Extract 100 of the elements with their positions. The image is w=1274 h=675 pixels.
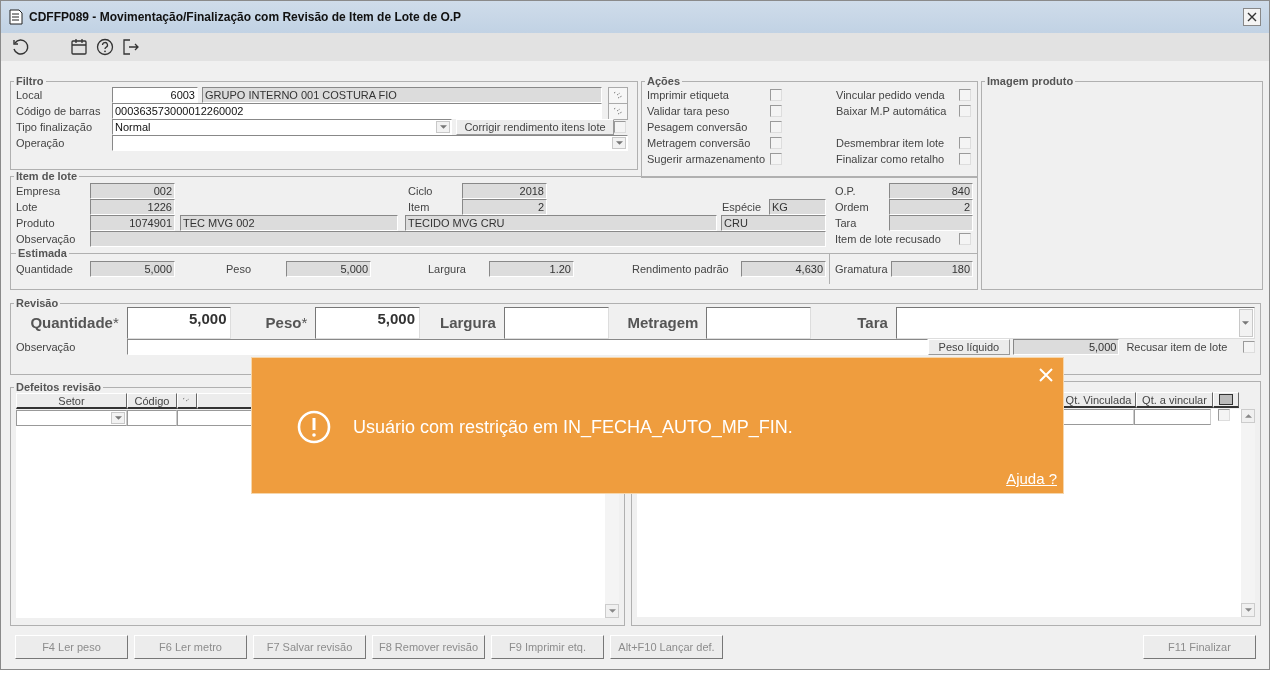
input-field[interactable]: 6003 [112, 87, 198, 103]
column-header[interactable] [177, 393, 197, 409]
field-label: Ciclo [407, 184, 434, 199]
field-label: Local [16, 88, 44, 103]
readonly-field: 1074901 [90, 215, 175, 231]
field-label: Lote [16, 200, 39, 215]
column-header[interactable]: Qt. a vincular [1136, 392, 1213, 408]
close-icon [1247, 12, 1257, 22]
scroll-down-button[interactable] [605, 604, 619, 618]
dropdown-field[interactable] [16, 410, 127, 426]
checkbox[interactable] [770, 89, 782, 101]
dropdown-field[interactable] [895, 307, 1255, 339]
readonly-field: TEC MVG 002 [180, 215, 398, 231]
readonly-field: 2 [889, 199, 973, 215]
checkbox[interactable] [959, 89, 971, 101]
option-label: Desmembrar item lote [836, 136, 946, 151]
section-title: Estimada [17, 247, 68, 259]
lookup-button[interactable] [608, 86, 628, 104]
refresh-icon[interactable] [11, 38, 29, 56]
calendar-icon[interactable] [70, 38, 88, 56]
readonly-field: CRU [721, 215, 826, 231]
readonly-field: KG [769, 199, 826, 215]
field-label: Peso* [264, 313, 309, 333]
input-field[interactable] [706, 307, 812, 339]
section-title: Item de lote [15, 170, 79, 182]
caret-icon[interactable] [1239, 309, 1253, 337]
field-label: Quantidade* [29, 313, 120, 333]
field-label: Espécie [721, 200, 763, 215]
caret-icon[interactable] [436, 121, 450, 133]
field-label: Tara [835, 216, 858, 231]
scrollbar[interactable] [1241, 409, 1255, 617]
alert-message: Usuário com restrição em IN_FECHA_AUTO_MP_FIN. [353, 416, 793, 438]
readonly-field: 5,000 [90, 261, 175, 277]
field-label: Largura [438, 313, 497, 333]
option-label: Validar tara peso [647, 104, 731, 119]
square-icon [1219, 394, 1233, 405]
input-field[interactable]: 000363573000012260002 [112, 103, 602, 119]
input-field[interactable]: 5,000 [315, 307, 421, 339]
checkbox[interactable] [959, 137, 971, 149]
checkbox[interactable] [1218, 409, 1230, 421]
field-label: Operação [16, 136, 66, 151]
input-field[interactable]: 5,000 [126, 307, 232, 339]
dropdown-field[interactable]: Normal [112, 119, 452, 135]
checkbox[interactable] [770, 153, 782, 165]
column-header[interactable]: Qt. Vinculada [1061, 392, 1136, 408]
warning-icon [297, 410, 331, 444]
option-label: Vincular pedido venda [836, 88, 946, 103]
field-label: Peso líquido [928, 339, 1010, 355]
field-label: Quantidade [16, 262, 74, 277]
checkbox[interactable] [770, 105, 782, 117]
readonly-field: 2 [462, 199, 547, 215]
readonly-field: 840 [889, 183, 973, 199]
column-header[interactable]: Setor [16, 393, 127, 409]
dropdown-field[interactable] [112, 135, 628, 151]
checkbox[interactable] [959, 105, 971, 117]
scroll-up-button[interactable] [1241, 409, 1255, 423]
input-field[interactable] [126, 339, 928, 355]
help-icon[interactable] [96, 38, 114, 56]
field-label: Código de barras [16, 104, 102, 119]
section-title: Revisão [15, 297, 60, 309]
window-title: CDFFP089 - Movimentação/Finalização com Revisão de Item de Lote de O.P [29, 10, 463, 24]
caret-icon[interactable] [111, 412, 125, 424]
column-header[interactable]: Código [127, 393, 177, 409]
field-label: Rendimento padrão [632, 262, 730, 277]
caret-icon [1244, 414, 1252, 418]
field-label: Observação [16, 232, 77, 247]
readonly-field: 180 [891, 261, 973, 277]
caret-icon [1244, 608, 1252, 612]
option-label: Pesagem conversão [647, 120, 749, 135]
field-label: Largura [428, 262, 467, 277]
scroll-down-button[interactable] [1241, 603, 1255, 617]
readonly-field: 1.20 [489, 261, 574, 277]
checkbox[interactable] [1243, 341, 1255, 353]
table-cell[interactable] [127, 410, 177, 426]
select-all-header[interactable] [1213, 392, 1239, 408]
close-button[interactable] [1243, 8, 1261, 26]
option-label: Sugerir armazenamento [647, 152, 766, 167]
checkbox[interactable] [959, 233, 971, 245]
option-label: Baixar M.P automática [836, 104, 948, 119]
field-label: Tara [856, 313, 889, 333]
readonly-field: 1226 [90, 199, 175, 215]
checkbox[interactable] [614, 121, 626, 133]
checkbox[interactable] [770, 137, 782, 149]
caret-icon[interactable] [612, 137, 626, 149]
option-label: Corrigir rendimento itens lote [456, 119, 614, 135]
checkbox[interactable] [770, 121, 782, 133]
readonly-field: GRUPO INTERNO 001 COSTURA FIO [202, 87, 602, 103]
dots-icon [613, 107, 623, 115]
field-label: Peso [226, 262, 253, 277]
option-label: Item de lote recusado [835, 232, 941, 247]
section-title: Defeitos revisão [15, 381, 102, 393]
exit-icon[interactable] [122, 38, 140, 56]
readonly-field: 4,630 [741, 261, 826, 277]
section-title: Ações [646, 75, 682, 87]
input-field[interactable] [503, 307, 609, 339]
field-label: Observação [16, 340, 77, 355]
field-label: Tipo finalização [16, 120, 94, 135]
close-icon[interactable] [1039, 368, 1053, 382]
table-cell[interactable] [1134, 409, 1211, 425]
checkbox[interactable] [959, 153, 971, 165]
